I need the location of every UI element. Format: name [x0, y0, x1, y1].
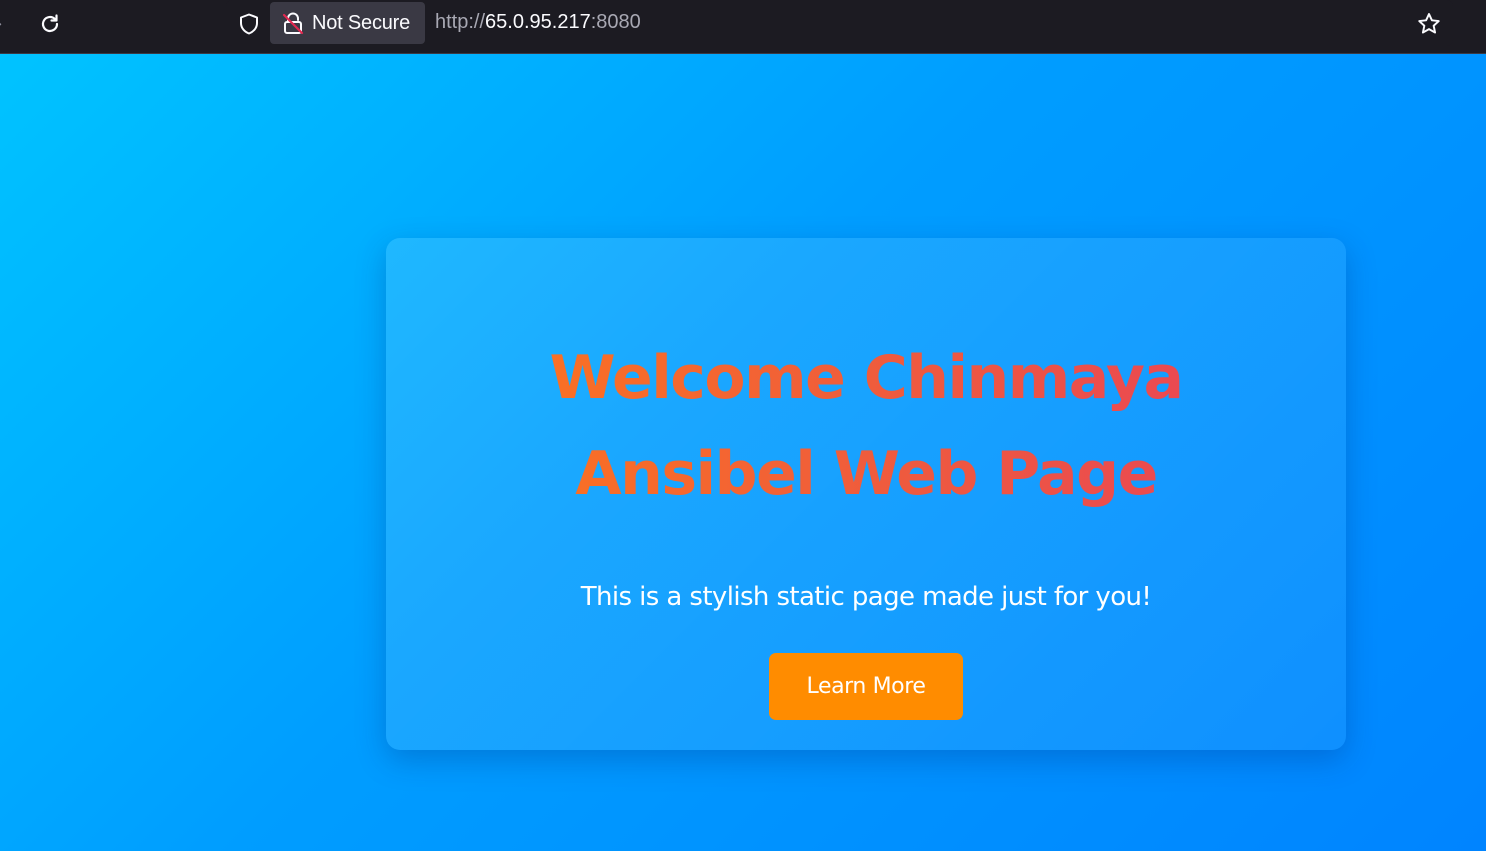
- security-status-label: Not Secure: [312, 11, 411, 34]
- reload-button[interactable]: [32, 8, 68, 40]
- page-title-line-1: Welcome Chinmaya: [549, 343, 1183, 413]
- star-icon: [1418, 13, 1440, 34]
- insecure-lock-icon: [282, 12, 304, 35]
- site-security-button[interactable]: Not Secure: [270, 2, 425, 44]
- reload-icon: [41, 14, 59, 33]
- page-subtitle: This is a stylish static page made just …: [580, 582, 1152, 612]
- tracking-protection-button[interactable]: [232, 8, 266, 40]
- learn-more-button[interactable]: Learn More: [769, 653, 963, 720]
- page-title: Welcome Chinmaya Ansibel Web Page: [386, 330, 1346, 522]
- page-title-line-2: Ansibel Web Page: [575, 439, 1157, 509]
- hero-card: Welcome Chinmaya Ansibel Web Page This i…: [386, 238, 1346, 750]
- page-background: Welcome Chinmaya Ansibel Web Page This i…: [0, 54, 1486, 851]
- url-host: 65.0.95.217: [485, 11, 591, 33]
- bookmark-button[interactable]: [1412, 8, 1446, 40]
- url-port: :8080: [590, 11, 641, 33]
- url-text[interactable]: http://65.0.95.217:8080: [435, 11, 641, 34]
- shield-icon: [240, 13, 258, 35]
- browser-toolbar: › Not Secure http://65.0.95.217:8080: [0, 0, 1486, 54]
- forward-icon[interactable]: ›: [0, 16, 8, 32]
- url-scheme: http://: [435, 11, 486, 33]
